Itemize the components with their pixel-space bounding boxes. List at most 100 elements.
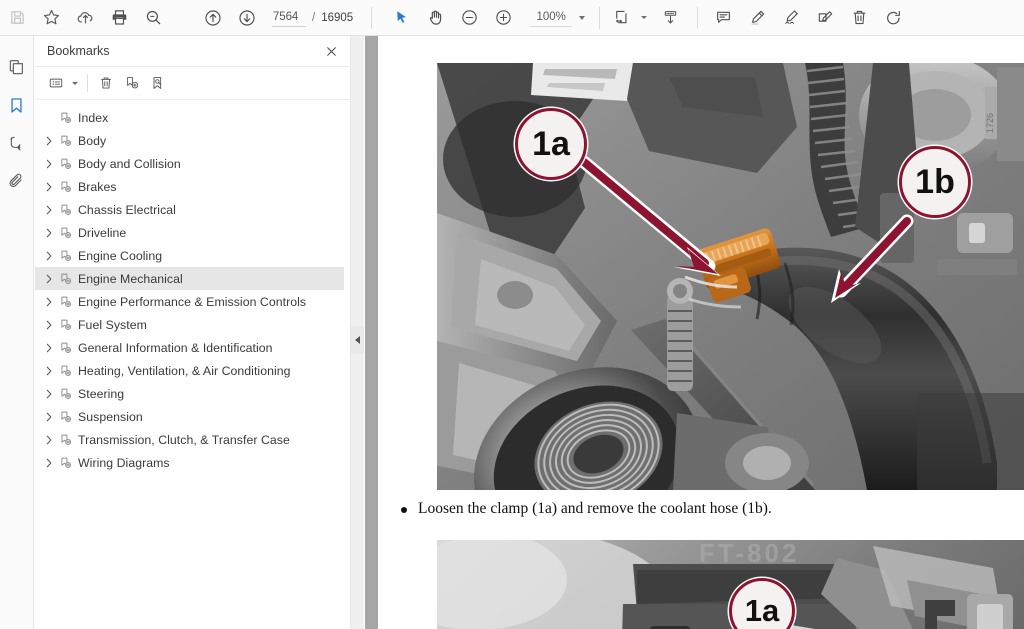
bookmark-item[interactable]: Body and Collision xyxy=(35,152,350,175)
bookmark-item[interactable]: Steering xyxy=(35,382,350,405)
fit-page-chevron-down-icon[interactable] xyxy=(641,16,648,19)
bookmark-icon xyxy=(57,248,75,264)
bookmark-list: Index Body Body and Collision Brakes Chassis… xyxy=(35,100,350,474)
bookmark-icon xyxy=(57,110,75,126)
chevron-right-icon[interactable] xyxy=(41,248,57,264)
toolbar-divider-2 xyxy=(599,6,601,29)
bookmark-item[interactable]: Body xyxy=(35,129,350,152)
draw-button[interactable] xyxy=(774,1,808,35)
layout-tools-group xyxy=(604,1,687,35)
chevron-right-icon[interactable] xyxy=(41,340,57,356)
chevron-right-icon[interactable] xyxy=(41,271,57,287)
bookmarks-toolbar-divider xyxy=(87,74,88,92)
sign-button[interactable] xyxy=(808,1,842,35)
close-icon[interactable] xyxy=(322,42,340,60)
bookmark-item[interactable]: Index xyxy=(35,106,350,129)
chevron-right-icon[interactable] xyxy=(41,156,57,172)
bookmark-icon xyxy=(57,202,75,218)
chevron-down-icon[interactable] xyxy=(579,15,586,20)
bookmark-label: Engine Performance & Emission Controls xyxy=(78,294,307,309)
search-icon[interactable] xyxy=(136,1,170,35)
annotation-tools-group xyxy=(702,1,910,35)
caption-text: Loosen the clamp (1a) and remove the coo… xyxy=(418,500,772,517)
zoom-in-button[interactable] xyxy=(486,1,520,35)
bookmark-icon xyxy=(57,432,75,448)
chevron-right-icon[interactable] xyxy=(41,409,57,425)
bookmark-options-chevron-down-icon[interactable] xyxy=(72,81,78,85)
engine-bay-photo: 1726 1a 1b xyxy=(437,63,1024,490)
pan-tool[interactable] xyxy=(418,1,452,35)
chevron-right-icon[interactable] xyxy=(41,294,57,310)
sidebar-item-signatures[interactable] xyxy=(2,124,32,162)
bookmark-item[interactable]: Engine Performance & Emission Controls xyxy=(35,290,350,313)
sidebar-item-attachments[interactable] xyxy=(2,162,32,200)
next-page-button[interactable] xyxy=(230,1,264,35)
bookmark-item[interactable]: Engine Cooling xyxy=(35,244,350,267)
chevron-right-icon[interactable] xyxy=(41,225,57,241)
chevron-right-icon[interactable] xyxy=(41,202,57,218)
total-pages-label: 16905 xyxy=(321,11,354,24)
bookmark-item[interactable]: Transmission, Clutch, & Transfer Case xyxy=(35,428,350,451)
bookmark-item[interactable]: Brakes xyxy=(35,175,350,198)
sidebar-item-thumbnails[interactable] xyxy=(2,48,32,86)
chevron-left-icon xyxy=(355,336,360,344)
edit-bookmark-button[interactable] xyxy=(145,70,171,96)
delete-bookmark-button[interactable] xyxy=(93,70,119,96)
engine-bay-photo-2: FT-802 1a xyxy=(437,540,1024,629)
chevron-right-icon[interactable] xyxy=(41,455,57,471)
bookmarks-scrollbar-thumb[interactable] xyxy=(365,36,378,629)
document-view[interactable]: 1726 1a 1b Loosen the clamp (1a) and rem… xyxy=(379,36,1024,629)
favorite-button[interactable] xyxy=(34,1,68,35)
scroll-mode-button[interactable] xyxy=(653,1,687,35)
main-toolbar: 7564 / 16905 100% xyxy=(0,0,1024,36)
zoom-out-button[interactable] xyxy=(452,1,486,35)
bookmark-item[interactable]: Fuel System xyxy=(35,313,350,336)
chevron-right-icon[interactable] xyxy=(41,386,57,402)
previous-page-button[interactable] xyxy=(196,1,230,35)
new-bookmark-button[interactable] xyxy=(119,70,145,96)
bookmark-options-button[interactable] xyxy=(43,70,69,96)
chevron-right-icon[interactable] xyxy=(41,317,57,333)
svg-text:1726: 1726 xyxy=(985,113,995,133)
bookmark-item[interactable]: Engine Mechanical xyxy=(35,267,344,290)
bookmark-item[interactable]: Suspension xyxy=(35,405,350,428)
bookmarks-toolbar xyxy=(35,67,350,100)
rotate-button[interactable] xyxy=(876,1,910,35)
figure-caption: Loosen the clamp (1a) and remove the coo… xyxy=(401,500,1001,518)
collapse-panel-handle[interactable] xyxy=(351,326,364,354)
save-button[interactable] xyxy=(0,1,34,35)
bookmark-icon xyxy=(57,294,75,310)
zoom-level-value[interactable]: 100% xyxy=(530,8,573,27)
select-tool[interactable] xyxy=(384,1,418,35)
bookmarks-panel-title: Bookmarks xyxy=(47,44,110,58)
bookmark-label: Steering xyxy=(78,386,125,401)
comment-button[interactable] xyxy=(706,1,740,35)
page-nav-group: 7564 / 16905 xyxy=(196,1,353,35)
bookmark-item[interactable]: Heating, Ventilation, & Air Conditioning xyxy=(35,359,350,382)
page-number-input[interactable]: 7564 xyxy=(272,8,306,27)
bookmark-icon xyxy=(57,340,75,356)
chevron-right-icon[interactable] xyxy=(41,179,57,195)
bookmark-item[interactable]: General Information & Identification xyxy=(35,336,350,359)
bookmark-label: Driveline xyxy=(78,225,127,240)
bookmark-label: Suspension xyxy=(78,409,143,424)
fit-page-button[interactable] xyxy=(604,1,638,35)
chevron-right-icon[interactable] xyxy=(41,133,57,149)
bookmark-icon xyxy=(57,455,75,471)
highlighter-button[interactable] xyxy=(740,1,774,35)
bookmark-icon xyxy=(57,225,75,241)
bookmark-label: General Information & Identification xyxy=(78,340,273,355)
bookmark-item[interactable]: Driveline xyxy=(35,221,350,244)
bookmark-item[interactable]: Wiring Diagrams xyxy=(35,451,350,474)
bookmark-icon xyxy=(57,386,75,402)
chevron-right-icon[interactable] xyxy=(41,432,57,448)
chevron-right-icon[interactable] xyxy=(41,363,57,379)
bullet-icon xyxy=(401,507,407,513)
bookmark-label: Transmission, Clutch, & Transfer Case xyxy=(78,432,290,447)
delete-button[interactable] xyxy=(842,1,876,35)
bookmark-item[interactable]: Chassis Electrical xyxy=(35,198,350,221)
cloud-upload-button[interactable] xyxy=(68,1,102,35)
sidebar-item-bookmarks[interactable] xyxy=(2,86,32,124)
print-button[interactable] xyxy=(102,1,136,35)
bookmark-label: Fuel System xyxy=(78,317,147,332)
